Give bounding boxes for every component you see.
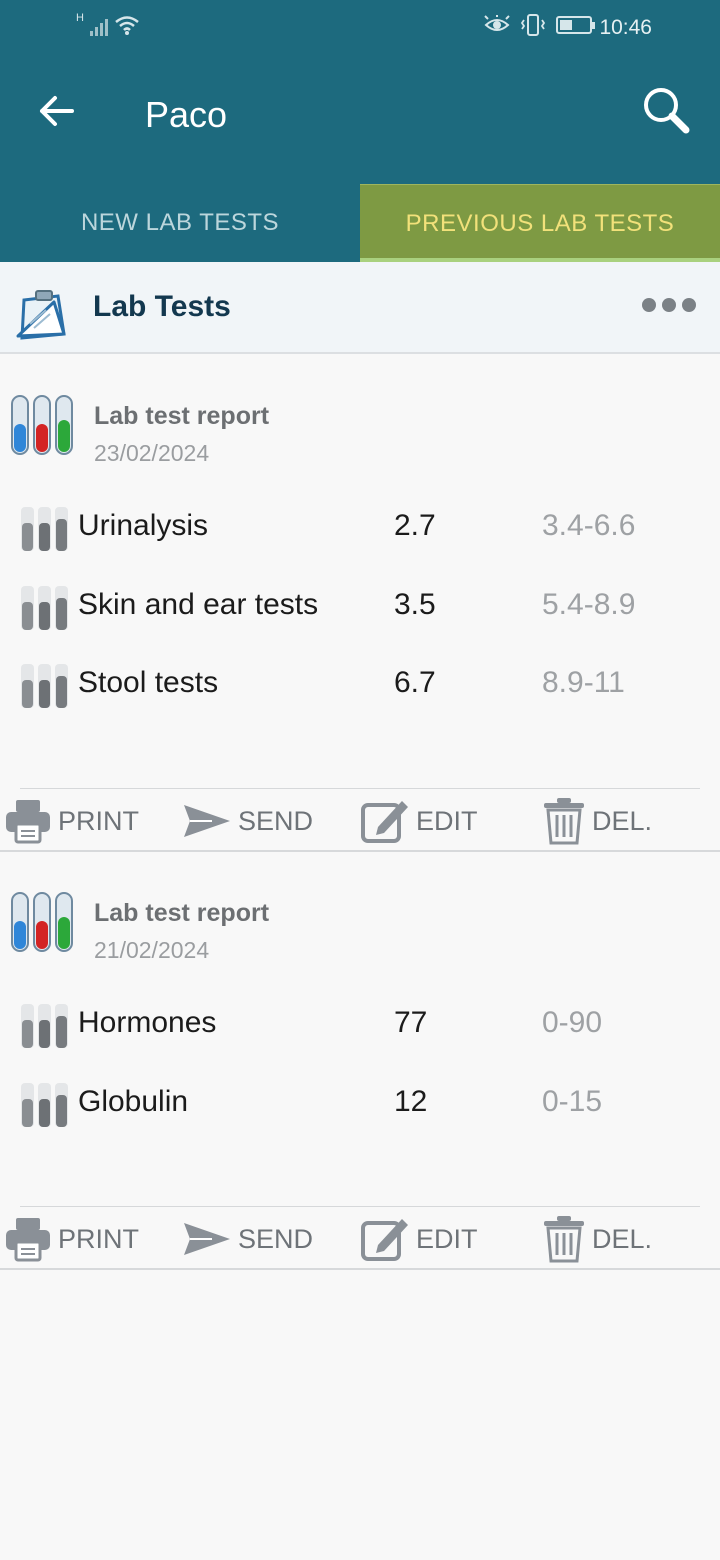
report-title: Lab test report	[94, 402, 270, 430]
send-icon	[184, 805, 230, 837]
app-header: H 10:46 Paco NEW LAB TESTS PREVIOUS LAB …	[0, 0, 720, 262]
trash-icon	[544, 798, 584, 845]
app-bar: Paco	[0, 56, 720, 174]
test-value: 3.5	[394, 588, 436, 621]
eye-icon	[484, 15, 510, 31]
report-date: 21/02/2024	[94, 937, 210, 963]
test-range: 3.4-6.6	[542, 509, 636, 542]
section-title: Lab Tests	[93, 290, 231, 323]
test-row[interactable]: Skin and ear tests 3.5 5.4-8.9	[0, 578, 720, 638]
test-name: Stool tests	[78, 666, 219, 699]
report-actions: PRINT SEND EDIT DEL.	[0, 788, 720, 852]
test-row[interactable]: Globulin 12 0-15	[0, 1075, 720, 1135]
tab-previous-lab-tests[interactable]: PREVIOUS LAB TESTS	[360, 184, 720, 262]
status-icons	[484, 14, 595, 36]
test-row[interactable]: Urinalysis 2.7 3.4-6.6	[0, 499, 720, 559]
test-name: Globulin	[78, 1085, 189, 1118]
edit-icon	[361, 1219, 408, 1261]
test-range: 8.9-11	[542, 666, 625, 699]
more-options-icon[interactable]	[642, 298, 696, 312]
printer-icon	[6, 800, 50, 844]
delete-label: DEL.	[592, 1223, 653, 1254]
test-tubes-icon	[21, 1083, 68, 1127]
test-tubes-icon	[21, 1004, 68, 1048]
test-range: 0-90	[542, 1006, 603, 1039]
trash-icon	[544, 1216, 584, 1263]
status-time: 10:46	[599, 16, 652, 39]
test-name: Urinalysis	[78, 509, 209, 542]
test-tubes-color-icon	[11, 892, 73, 952]
battery-icon	[556, 16, 595, 34]
send-label: SEND	[238, 805, 314, 836]
vibrate-icon	[520, 14, 546, 36]
edit-button[interactable]: EDIT	[360, 796, 478, 846]
tab-bar: NEW LAB TESTS PREVIOUS LAB TESTS	[0, 184, 720, 262]
send-button[interactable]: SEND	[182, 796, 313, 846]
test-name: Hormones	[78, 1006, 217, 1039]
edit-button[interactable]: EDIT	[360, 1214, 478, 1264]
back-arrow-icon[interactable]	[36, 90, 78, 132]
test-tubes-icon	[21, 664, 68, 708]
test-value: 77	[394, 1006, 428, 1039]
clipboard-icon	[16, 290, 66, 340]
test-tubes-color-icon	[11, 395, 73, 455]
divider	[0, 1268, 720, 1270]
page-title: Paco	[145, 94, 228, 135]
test-row[interactable]: Hormones 77 0-90	[0, 996, 720, 1056]
test-value: 6.7	[394, 666, 436, 699]
wifi-icon	[115, 16, 139, 35]
send-label: SEND	[238, 1223, 314, 1254]
test-value: 12	[394, 1085, 428, 1118]
delete-button[interactable]: DEL.	[542, 1214, 652, 1264]
status-bar: H 10:46	[0, 0, 720, 56]
search-icon[interactable]	[640, 84, 692, 136]
signal-icon	[89, 14, 108, 36]
delete-button[interactable]: DEL.	[542, 796, 652, 846]
print-label: PRINT	[58, 1223, 139, 1254]
print-button[interactable]: PRINT	[4, 796, 139, 846]
test-name: Skin and ear tests	[78, 588, 319, 621]
report-actions: PRINT SEND EDIT DEL.	[0, 1206, 720, 1270]
edit-icon	[361, 801, 408, 843]
test-tubes-icon	[21, 586, 68, 630]
section-header: Lab Tests	[0, 262, 720, 354]
test-tubes-icon	[21, 507, 68, 551]
divider	[0, 850, 720, 852]
test-range: 5.4-8.9	[542, 588, 636, 621]
report-date: 23/02/2024	[94, 440, 210, 466]
divider	[20, 1206, 700, 1207]
network-status: H	[76, 12, 140, 36]
print-button[interactable]: PRINT	[4, 1214, 139, 1264]
test-row[interactable]: Stool tests 6.7 8.9-11	[0, 656, 720, 716]
test-value: 2.7	[394, 509, 436, 542]
edit-label: EDIT	[416, 805, 478, 836]
printer-icon	[6, 1218, 50, 1262]
send-button[interactable]: SEND	[182, 1214, 313, 1264]
print-label: PRINT	[58, 805, 139, 836]
edit-label: EDIT	[416, 1223, 478, 1254]
delete-label: DEL.	[592, 805, 653, 836]
test-range: 0-15	[542, 1085, 603, 1118]
tab-new-lab-tests[interactable]: NEW LAB TESTS	[0, 184, 360, 262]
divider	[20, 788, 700, 789]
report-title: Lab test report	[94, 899, 270, 927]
send-icon	[184, 1223, 230, 1255]
network-type: H	[76, 12, 84, 24]
